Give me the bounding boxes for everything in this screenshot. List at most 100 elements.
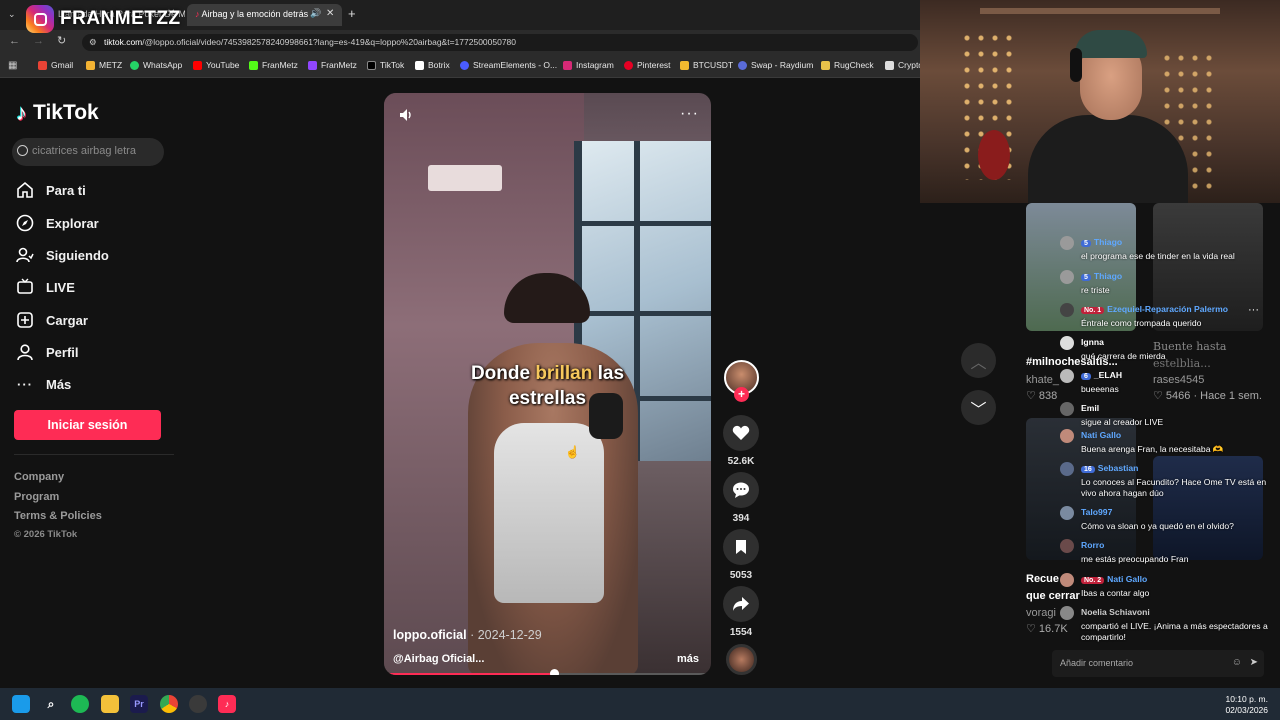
bookmark-pinterest[interactable]: Pinterest: [624, 60, 671, 70]
forward-icon[interactable]: →: [33, 35, 44, 47]
comment-button[interactable]: 394: [723, 472, 759, 524]
nav-cargar[interactable]: Cargar: [16, 311, 88, 329]
chat-username[interactable]: 5 Thiago: [1081, 237, 1122, 247]
chat-username[interactable]: Noelia Schiavoni: [1081, 607, 1150, 617]
footer-link-company[interactable]: Company: [14, 471, 64, 483]
video-progress-handle[interactable]: [549, 669, 559, 675]
bookmark-tiktok[interactable]: TikTok: [367, 60, 404, 70]
chat-username[interactable]: 5 Thiago: [1081, 271, 1122, 281]
speaker-tab-icon[interactable]: 🔊: [310, 8, 321, 19]
chat-username[interactable]: Ignna: [1081, 337, 1104, 347]
url-field[interactable]: ⚙ tiktok.com/@loppo.oficial/video/745398…: [82, 34, 918, 51]
crypto-icon: [885, 60, 894, 70]
tiktok-note-icon: ♪: [16, 100, 27, 125]
follow-plus-icon[interactable]: +: [734, 387, 749, 402]
bookmark-franmetz-2[interactable]: FranMetz: [308, 60, 357, 70]
bookmark-crypto[interactable]: Crypto: [885, 60, 923, 70]
site-info-icon[interactable]: ⚙: [89, 37, 97, 48]
bookmark-youtube[interactable]: YouTube: [193, 60, 239, 70]
obs-icon[interactable]: [189, 695, 207, 713]
previous-video-button[interactable]: ︿: [961, 343, 996, 378]
bookmark-rugcheck[interactable]: RugCheck: [821, 60, 874, 70]
nav-siguiendo[interactable]: Siguiendo: [16, 246, 109, 264]
bookmark-botrix[interactable]: Botrix: [415, 60, 450, 70]
chat-user-avatar[interactable]: [1060, 429, 1074, 443]
chat-user-avatar[interactable]: [1060, 303, 1074, 317]
file-explorer-icon[interactable]: [101, 695, 119, 713]
binance-icon: [680, 60, 689, 70]
reload-icon[interactable]: ↻: [57, 34, 66, 47]
chat-user-avatar[interactable]: [1060, 573, 1074, 587]
chat-username[interactable]: Nati Gallo: [1081, 430, 1121, 440]
search-icon: [17, 145, 28, 156]
bookmark-button[interactable]: 5053: [723, 529, 759, 581]
chat-user-avatar[interactable]: [1060, 462, 1074, 476]
bookmark-metz[interactable]: METZ: [86, 60, 122, 70]
nav-live[interactable]: LIVE: [16, 278, 75, 296]
whatsapp-icon: [130, 60, 139, 70]
nav-perfil[interactable]: Perfil: [16, 343, 79, 361]
video-player[interactable]: ··· Donde brillan las estrellas ☝ loppo.…: [384, 93, 711, 675]
chat-message-text: Lo conoces al Facundito? Hace Ome TV est…: [1081, 477, 1267, 498]
next-video-button[interactable]: ﹀: [961, 390, 996, 425]
chat-user-avatar[interactable]: [1060, 270, 1074, 284]
bookmark-whatsapp[interactable]: WhatsApp: [130, 60, 182, 70]
chat-user-avatar[interactable]: [1060, 506, 1074, 520]
chat-username[interactable]: 16 Sebastian: [1081, 463, 1138, 473]
emoji-icon[interactable]: ☺: [1232, 657, 1242, 668]
send-icon[interactable]: ➤: [1250, 657, 1258, 668]
chat-username[interactable]: No. 1 Ezequiel-Reparación Palermo: [1081, 304, 1228, 314]
bookmark-gmail[interactable]: Gmail: [38, 60, 73, 70]
chat-user-avatar[interactable]: [1060, 539, 1074, 553]
apps-grid-icon[interactable]: ▦: [8, 60, 17, 71]
bookmark-btcusdt[interactable]: BTCUSDT: [680, 60, 733, 70]
close-tab-icon[interactable]: ✕: [326, 8, 334, 19]
chat-username[interactable]: Emil: [1081, 403, 1099, 413]
bookmark-streamelements[interactable]: StreamElements - O...: [460, 60, 557, 70]
nav-explorar[interactable]: Explorar: [16, 214, 99, 232]
volume-icon[interactable]: [398, 107, 414, 123]
music-disc-avatar[interactable]: [726, 644, 757, 675]
tiktok-app-icon[interactable]: ♪: [218, 695, 236, 713]
tiktok-logo[interactable]: ♪ TikTok: [16, 100, 99, 126]
chat-username[interactable]: Rorro: [1081, 540, 1104, 550]
chat-username-text: Ignna: [1081, 337, 1104, 347]
chat-user-avatar[interactable]: [1060, 606, 1074, 620]
video-progress-bar[interactable]: [388, 669, 707, 675]
share-button[interactable]: 1554: [723, 586, 759, 638]
system-clock[interactable]: 10:10 p. m. 02/03/2026: [1225, 694, 1268, 716]
search-input[interactable]: cicatrices airbag letra: [12, 138, 164, 166]
video-description[interactable]: @Airbag Oficial...: [393, 653, 484, 665]
spotify-icon[interactable]: [71, 695, 89, 713]
like-button[interactable]: 52.6K: [723, 415, 759, 467]
back-icon[interactable]: ←: [9, 35, 20, 47]
video-more-options-icon[interactable]: ···: [680, 105, 699, 123]
chat-username[interactable]: No. 2 Nati Gallo: [1081, 574, 1147, 584]
chat-message-more-icon[interactable]: ···: [1248, 304, 1259, 316]
chrome-icon[interactable]: [160, 695, 178, 713]
chat-username[interactable]: Talo997: [1081, 507, 1112, 517]
bookmark-raydium[interactable]: Swap - Raydium: [738, 60, 813, 70]
add-comment-input[interactable]: Añadir comentario ☺ ➤: [1052, 650, 1264, 677]
video-more-button[interactable]: más: [677, 653, 699, 665]
share-arrow-icon: [723, 586, 759, 622]
pinterest-icon: [624, 60, 633, 70]
chat-user-avatar[interactable]: [1060, 236, 1074, 250]
nav-mas[interactable]: ··· Más: [16, 375, 71, 393]
video-author[interactable]: loppo.oficial · 2024-12-29: [393, 628, 542, 642]
new-tab-icon[interactable]: +: [348, 6, 356, 21]
chat-username[interactable]: 6 _ELAH: [1081, 370, 1122, 380]
login-button[interactable]: Iniciar sesión: [14, 410, 161, 440]
bookmark-franmetz[interactable]: FranMetz: [249, 60, 298, 70]
nav-para-ti[interactable]: Para ti: [16, 181, 86, 199]
chat-user-avatar[interactable]: [1060, 369, 1074, 383]
windows-start-icon[interactable]: [12, 695, 30, 713]
chat-user-avatar[interactable]: [1060, 336, 1074, 350]
chat-user-avatar[interactable]: [1060, 402, 1074, 416]
taskbar-search-icon[interactable]: ⌕: [42, 695, 60, 713]
premiere-icon[interactable]: Pr: [130, 695, 148, 713]
bookmark-instagram[interactable]: Instagram: [563, 60, 614, 70]
footer-link-terms[interactable]: Terms & Policies: [14, 510, 102, 522]
tab-list-dropdown-icon[interactable]: ⌄: [8, 9, 16, 20]
footer-link-program[interactable]: Program: [14, 491, 59, 503]
